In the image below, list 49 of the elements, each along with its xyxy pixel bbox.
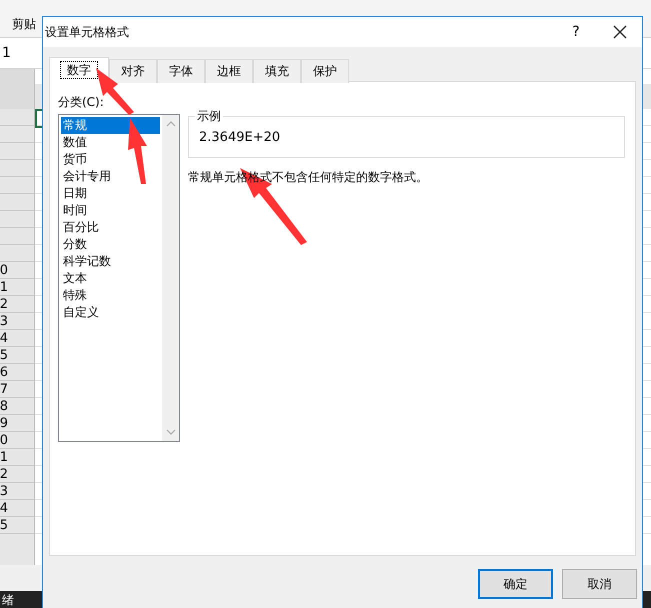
tab[interactable]: 保护 — [301, 59, 349, 83]
sample-legend: 示例 — [195, 108, 223, 125]
category-item[interactable]: 会计专用 — [61, 168, 160, 185]
category-item[interactable]: 百分比 — [61, 219, 160, 236]
ribbon-group-label: 剪贴 — [12, 16, 36, 33]
category-item[interactable]: 特殊 — [61, 287, 160, 304]
row-number: 0 — [0, 433, 8, 448]
close-icon — [613, 25, 627, 39]
window-title: 设置单元格格式 — [45, 24, 130, 40]
category-label: 分类(C): — [58, 94, 105, 111]
row-number: 3 — [0, 314, 8, 329]
row-number: 7 — [0, 382, 8, 397]
row-number: 1 — [0, 450, 8, 465]
category-item[interactable]: 时间 — [61, 202, 160, 219]
scroll-down-icon[interactable] — [166, 429, 176, 435]
category-item[interactable]: 分数 — [61, 236, 160, 253]
tab[interactable]: 边框 — [205, 59, 253, 83]
row-number: 2 — [0, 467, 8, 482]
category-item[interactable]: 自定义 — [61, 304, 160, 321]
row-number: 6 — [0, 365, 8, 380]
category-item[interactable]: 日期 — [61, 185, 160, 202]
row-number: 9 — [0, 416, 8, 431]
category-item[interactable]: 文本 — [61, 270, 160, 287]
row-number: 5 — [0, 518, 8, 533]
tab[interactable]: 字体 — [157, 59, 205, 83]
tab[interactable]: 数字 — [49, 57, 109, 83]
row-number: 0 — [0, 263, 8, 278]
name-box[interactable]: 1 — [0, 45, 11, 61]
row-number: 3 — [0, 484, 8, 499]
annotation-arrow — [128, 118, 147, 184]
ok-button[interactable]: 确定 — [478, 569, 553, 599]
category-item[interactable]: 科学记数 — [61, 253, 160, 270]
cancel-button[interactable]: 取消 — [562, 569, 637, 599]
row-number: 4 — [0, 331, 8, 346]
row-number: 1 — [0, 280, 8, 295]
help-button[interactable]: ? — [554, 17, 598, 47]
category-item[interactable]: 数值 — [61, 134, 160, 151]
row-number: 2 — [0, 297, 8, 312]
category-item[interactable]: 货币 — [61, 151, 160, 168]
tab[interactable]: 填充 — [253, 59, 301, 83]
category-item[interactable]: 常规 — [61, 117, 160, 134]
tab[interactable]: 对齐 — [109, 59, 157, 83]
scrollbar[interactable] — [162, 115, 179, 441]
status-text: 绪 — [2, 592, 14, 608]
row-number: 8 — [0, 399, 8, 414]
row-number: 4 — [0, 501, 8, 516]
row-number: 5 — [0, 348, 8, 363]
sample-value: 2.3649E+20 — [199, 130, 280, 144]
scroll-up-icon[interactable] — [166, 121, 176, 127]
